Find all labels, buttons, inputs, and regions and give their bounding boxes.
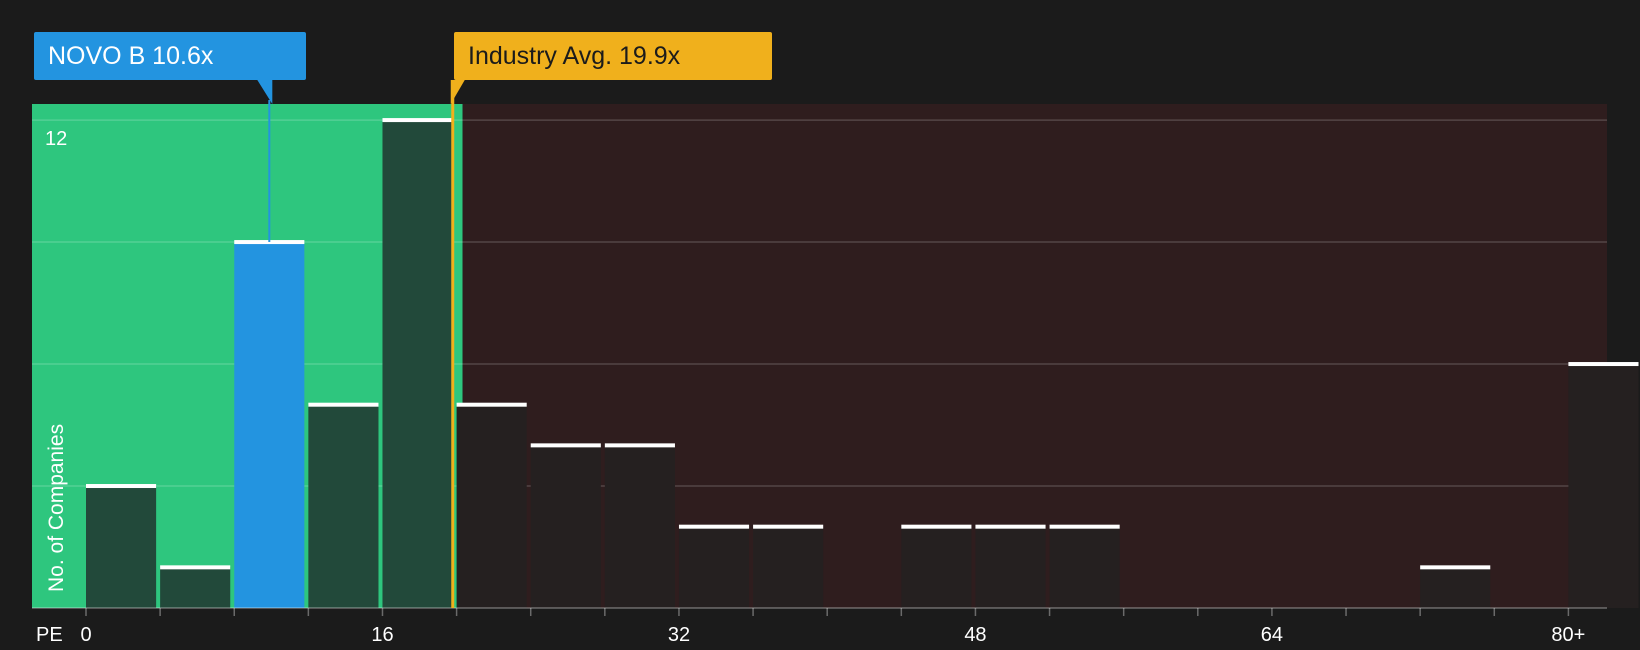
x-tick-label-64: 64 [1261,624,1283,646]
histogram-bar-0 [86,486,157,608]
histogram-bar-cap-5 [456,402,527,407]
histogram-bar-7 [604,445,675,608]
histogram-bar-cap-6 [530,443,601,448]
histogram-bar-6 [530,445,601,608]
histogram-bar-5 [456,404,527,608]
histogram-bar-2 [234,242,305,608]
company-pe-callout: NOVO B 10.6x [34,32,306,80]
histogram-bar-3 [308,404,379,608]
x-axis-label: PE [36,624,63,646]
histogram-bar-11 [975,526,1046,608]
histogram-bar-cap-7 [604,443,675,448]
histogram-bar-cap-10 [901,524,972,529]
histogram-bar-cap-8 [678,524,750,529]
histogram-bar-cap-12 [1049,524,1120,529]
x-tick-label-48: 48 [964,624,986,646]
histogram-bar-cap-11 [975,524,1046,529]
histogram-bar-cap-1 [160,565,231,570]
x-tick-label-0: 0 [80,624,91,646]
histogram-bar-1 [160,567,231,608]
pe-distribution-chart: 0 16 32 48 64 80+ PE 12 No. of Companies NOVO B … [0,0,1640,650]
y-axis-label: No. of Companies [45,424,68,592]
y-tick-label-12: 12 [45,128,67,150]
industry-avg-callout: Industry Avg. 19.9x [454,32,772,80]
x-tick-label-80plus: 80+ [1551,624,1585,646]
histogram-bar-cap-3 [308,402,379,407]
histogram-bar-8 [678,526,750,608]
x-tick-label-32: 32 [668,624,690,646]
histogram-bar-cap-9 [753,524,824,529]
histogram-bar-12 [1049,526,1120,608]
histogram-bar-cap-13 [1420,565,1491,570]
histogram-bar-14 [1568,364,1639,608]
histogram-bar-9 [753,526,824,608]
x-tick-label-16: 16 [371,624,393,646]
histogram-bar-13 [1420,567,1491,608]
histogram-bar-4 [382,120,453,608]
histogram-bar-cap-4 [382,118,453,123]
histogram-svg: 0 16 32 48 64 80+ PE 12 No. of Companies [32,80,1639,646]
histogram-bar-10 [901,526,972,608]
histogram-bar-cap-0 [86,484,157,489]
histogram-bar-cap-14 [1568,362,1639,367]
